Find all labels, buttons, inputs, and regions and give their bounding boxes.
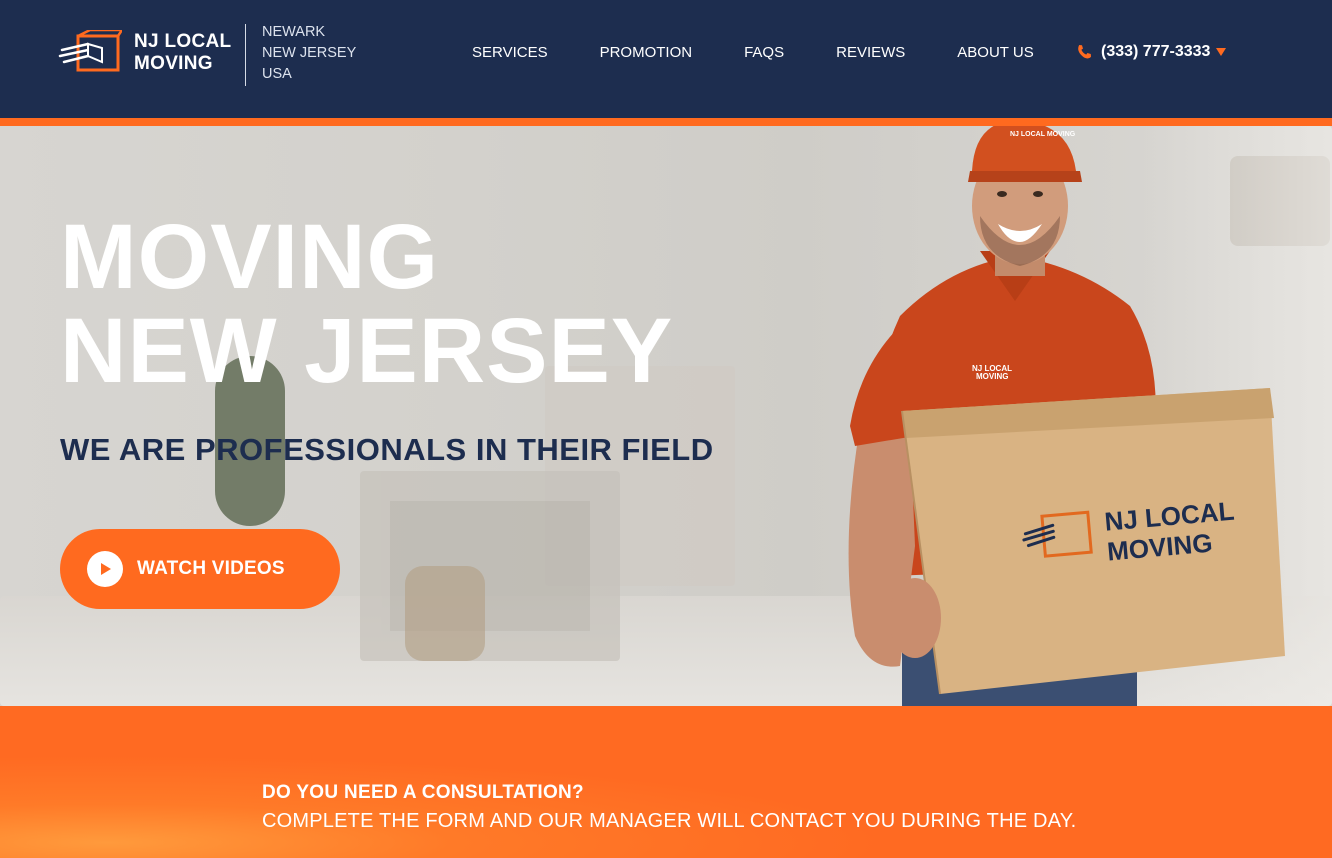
consultation-question: DO YOU NEED A CONSULTATION?	[262, 782, 584, 803]
hero-title-line-1: MOVING	[60, 206, 440, 308]
site-header: NJ LOCAL MOVING NEWARK NEW JERSEY USA SE…	[0, 0, 1332, 118]
cap-logo-text: NJ LOCAL MOVING	[1010, 131, 1076, 138]
consultation-description: COMPLETE THE FORM AND OUR MANAGER WILL C…	[262, 810, 1077, 832]
consultation-section: DO YOU NEED A CONSULTATION? COMPLETE THE…	[0, 706, 1332, 858]
mover-with-box-image: NJ LOCAL MOVING NJ LOCAL MOVING NJ LOCAL…	[848, 126, 1285, 706]
background-vase	[405, 566, 485, 661]
shirt-logo-line-2: MOVING	[976, 372, 1008, 381]
hero-title-line-2: NEW JERSEY	[60, 300, 674, 402]
watch-videos-button[interactable]: WATCH VIDEOS	[60, 529, 340, 609]
phone-link[interactable]: (333) 777-3333	[1076, 43, 1227, 61]
nav-about-us[interactable]: ABOUT US	[957, 44, 1033, 61]
logo-line-1: NJ LOCAL	[134, 31, 232, 52]
moving-box-logo-icon	[58, 30, 122, 72]
location-country: USA	[262, 66, 292, 82]
nav-reviews[interactable]: REVIEWS	[836, 44, 905, 61]
header-divider	[245, 24, 246, 86]
logo-text: NJ LOCAL MOVING	[134, 31, 231, 75]
site-logo[interactable]: NJ LOCAL MOVING	[58, 30, 231, 76]
hero-title: MOVING NEW JERSEY	[60, 210, 673, 398]
background-fireplace	[360, 471, 620, 661]
watch-videos-label: WATCH VIDEOS	[137, 558, 285, 579]
play-icon	[87, 551, 123, 587]
nav-faqs[interactable]: FAQS	[744, 44, 784, 61]
main-nav: SERVICES PROMOTION FAQS REVIEWS ABOUT US	[472, 44, 1086, 61]
location-state: NEW JERSEY	[262, 45, 357, 61]
caret-down-icon[interactable]	[1216, 48, 1227, 56]
location-city: NEWARK	[262, 24, 326, 40]
header-accent-stripe	[0, 118, 1332, 126]
nav-promotion[interactable]: PROMOTION	[600, 44, 693, 61]
location-text: NEWARK NEW JERSEY USA	[262, 22, 356, 85]
hero-subtitle: WE ARE PROFESSIONALS IN THEIR FIELD	[60, 432, 714, 467]
nav-services[interactable]: SERVICES	[472, 44, 548, 61]
hero-section: MOVING NEW JERSEY WE ARE PROFESSIONALS I…	[0, 126, 1332, 706]
phone-icon	[1078, 45, 1091, 59]
phone-number: (333) 777-3333	[1101, 43, 1211, 60]
logo-line-2: MOVING	[134, 53, 213, 74]
